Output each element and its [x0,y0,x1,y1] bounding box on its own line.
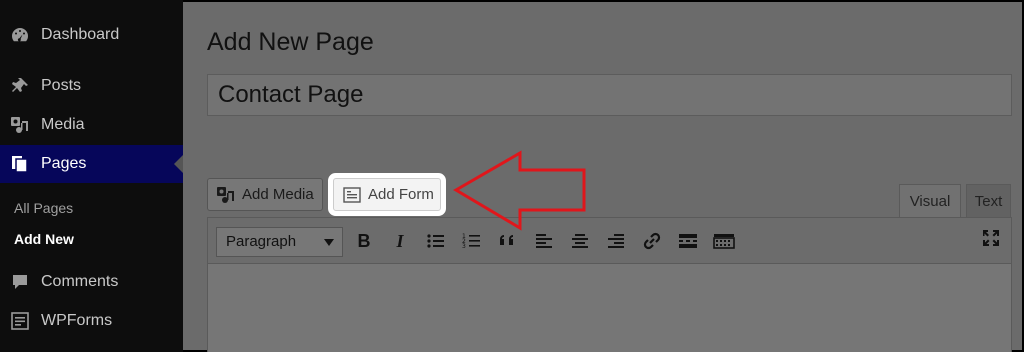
sidebar-item-label: Dashboard [41,26,120,43]
annotation-arrow-icon [453,150,586,231]
add-form-label: Add Form [368,186,434,203]
sidebar-item-media[interactable]: Media [0,106,183,144]
add-form-button[interactable]: Add Form [333,178,441,211]
annotation-arrow-shape [453,150,586,231]
media-icon [11,117,28,133]
align-right-icon[interactable] [605,230,627,252]
editor-main: Add New Page Contact Page Add Media Add … [183,0,1024,352]
italic-button[interactable]: I [389,230,411,252]
sidebar-item-pages[interactable]: Pages [0,145,183,183]
pages-icon [12,156,28,173]
link-icon[interactable] [641,230,663,252]
sidebar-item-dashboard[interactable]: Dashboard [0,16,183,54]
sidebar-item-label: Pages [41,155,87,172]
post-title-input[interactable]: Contact Page [207,74,1012,116]
add-media-label: Add Media [242,186,314,203]
editor-toolbar: Paragraph B I 123 [207,217,1012,263]
sidebar-item-wpforms[interactable]: WPForms [0,302,183,340]
tab-text[interactable]: Text [966,184,1011,217]
comment-icon [13,275,27,289]
add-media-button[interactable]: Add Media [207,178,323,211]
editor-content-area[interactable] [207,263,1012,352]
form-icon [343,186,361,203]
sidebar-item-posts[interactable]: Posts [0,67,183,105]
dashboard-icon [12,28,29,42]
chevron-down-icon [324,239,334,246]
tab-visual[interactable]: Visual [899,184,961,217]
sidebar-item-label: Media [41,116,85,133]
media-icon [217,186,234,203]
sidebar-item-label: Posts [41,77,82,94]
submenu-add-new[interactable]: Add New [14,231,74,247]
page-title: Add New Page [207,28,374,56]
read-more-icon[interactable] [677,230,699,252]
sidebar-item-label: WPForms [41,312,113,329]
active-indicator [174,155,183,173]
format-select-value: Paragraph [226,233,297,250]
toolbar-toggle-icon[interactable] [713,230,735,252]
bold-button[interactable]: B [353,230,375,252]
svg-text:3: 3 [462,243,466,250]
pin-icon [12,78,28,92]
submenu-all-pages[interactable]: All Pages [14,200,73,216]
admin-sidebar: Dashboard Posts Media Pages All Pages Ad… [0,0,183,352]
format-select[interactable]: Paragraph [216,227,343,257]
sidebar-item-comments[interactable]: Comments [0,263,183,301]
bullet-list-icon[interactable] [425,230,447,252]
wpforms-icon [11,312,29,330]
fullscreen-icon[interactable] [980,227,1002,249]
sidebar-item-label: Comments [41,273,119,290]
